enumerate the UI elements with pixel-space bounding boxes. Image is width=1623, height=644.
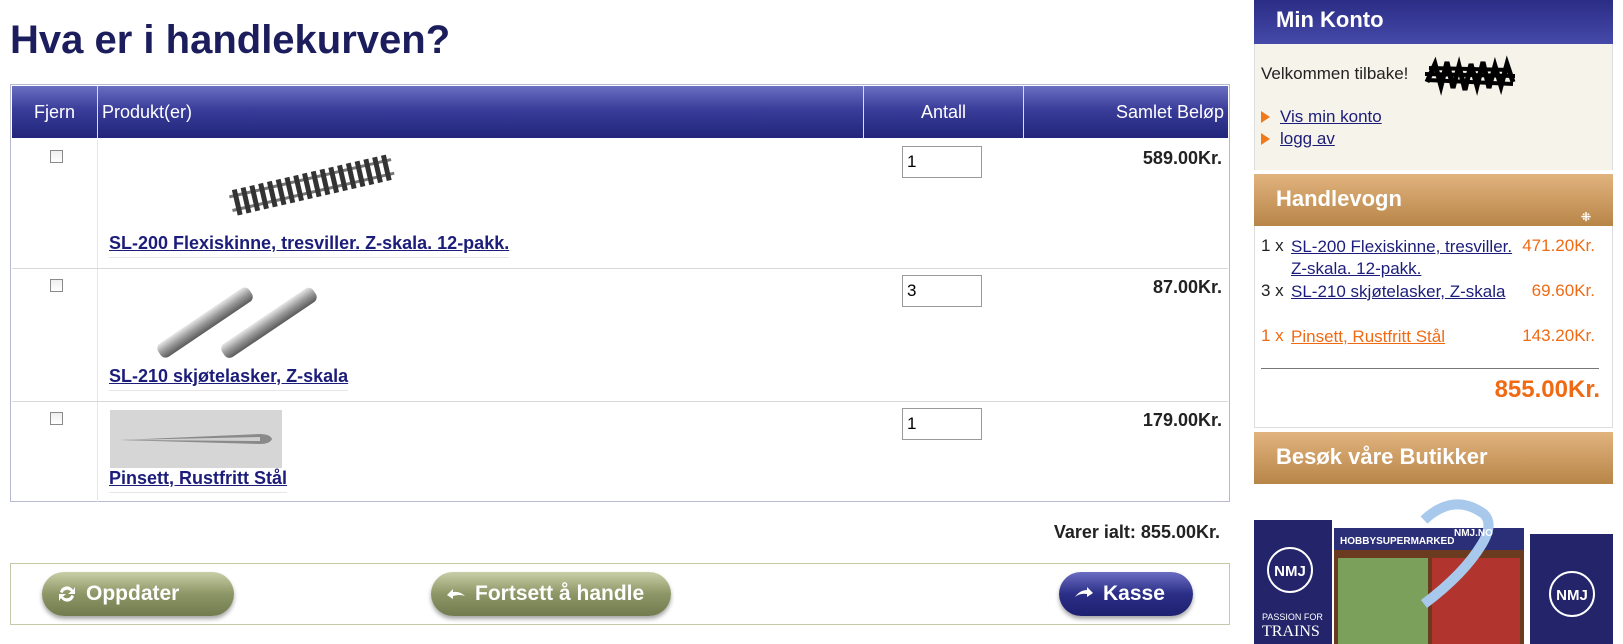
quantity-input[interactable] bbox=[902, 275, 982, 307]
line-total: 179.00Kr. bbox=[1142, 410, 1222, 430]
flextrack-image bbox=[228, 154, 395, 216]
quantity-input[interactable] bbox=[902, 146, 982, 178]
back-arrow-icon bbox=[445, 583, 467, 605]
mini-cart-product-link[interactable]: Pinsett, Rustfritt Stål bbox=[1291, 326, 1521, 348]
header-products: Produkt(er) bbox=[97, 86, 863, 138]
view-account-link[interactable]: Vis min konto bbox=[1261, 107, 1382, 127]
cart-table: Fjern Produkt(er) Antall Samlet Beløp SL… bbox=[10, 84, 1230, 502]
account-box: Velkommen tilbake! Vis min konto logg av bbox=[1254, 44, 1613, 170]
cart-page: Hva er i handlekurven? Fjern Produkt(er)… bbox=[10, 0, 1230, 644]
product-link[interactable]: Pinsett, Rustfritt Stål bbox=[109, 468, 288, 493]
bullet-arrow-icon bbox=[1261, 111, 1270, 123]
quantity-input[interactable] bbox=[902, 408, 982, 440]
mini-cart-total: 855.00Kr. bbox=[1494, 376, 1600, 403]
mini-cart-price: 143.20Kr. bbox=[1522, 326, 1595, 345]
tweezers-image bbox=[110, 410, 282, 468]
continue-label: Fortsett å handle bbox=[475, 582, 645, 605]
remove-checkbox[interactable] bbox=[50, 279, 63, 292]
refresh-icon bbox=[56, 583, 78, 605]
checkout-label: Kasse bbox=[1103, 582, 1165, 605]
checkout-button[interactable]: Kasse bbox=[1059, 572, 1193, 616]
table-row: SL-210 skjøtelasker, Z-skala 87.00Kr. bbox=[12, 269, 1228, 402]
expand-icon[interactable]: ⁜ bbox=[1581, 192, 1595, 224]
update-label: Oppdater bbox=[86, 582, 180, 605]
header-total-amount: Samlet Beløp bbox=[1023, 86, 1228, 138]
mini-cart-product-link[interactable]: SL-210 skjøtelasker, Z-skala bbox=[1291, 281, 1521, 303]
line-total: 589.00Kr. bbox=[1142, 148, 1222, 168]
promo-tagline2: TRAINS bbox=[1262, 623, 1320, 640]
product-link[interactable]: SL-210 skjøtelasker, Z-skala bbox=[109, 366, 349, 391]
header-remove: Fjern bbox=[33, 102, 75, 122]
action-bar: Oppdater Fortsett å handle Kasse bbox=[10, 563, 1230, 625]
view-account-label: Vis min konto bbox=[1280, 107, 1382, 126]
table-row: Pinsett, Rustfritt Stål 179.00Kr. bbox=[12, 402, 1228, 502]
table-row: SL-200 Flexiskinne, tresviller. Z-skala.… bbox=[12, 140, 1228, 269]
remove-checkbox[interactable] bbox=[50, 150, 63, 163]
mini-cart-product-link[interactable]: SL-200 Flexiskinne, tresviller. Z-skala.… bbox=[1291, 236, 1521, 280]
bullet-arrow-icon bbox=[1261, 133, 1270, 145]
shops-banner-image[interactable]: NMJ PASSION FOR TRAINS HOBBYSUPERMARKED … bbox=[1254, 484, 1613, 644]
mini-cart-price: 471.20Kr. bbox=[1522, 236, 1595, 255]
promo-tagline: PASSION FOR bbox=[1262, 612, 1323, 622]
rail-joiner-image bbox=[157, 287, 317, 358]
promo-brand-right: NMJ bbox=[1556, 587, 1588, 604]
divider bbox=[1261, 368, 1599, 369]
cart-box-title: Handlevogn ⁜ bbox=[1254, 174, 1613, 226]
table-header: Fjern Produkt(er) Antall Samlet Beløp bbox=[12, 86, 1228, 138]
mini-cart-qty: 3 x bbox=[1261, 281, 1284, 300]
promo-store: HOBBYSUPERMARKED bbox=[1340, 536, 1454, 547]
continue-shopping-button[interactable]: Fortsett å handle bbox=[431, 572, 671, 616]
product-link[interactable]: SL-200 Flexiskinne, tresviller. Z-skala.… bbox=[109, 233, 510, 258]
mini-cart-price: 69.60Kr. bbox=[1531, 281, 1595, 300]
page-title: Hva er i handlekurven? bbox=[10, 18, 451, 62]
line-total: 87.00Kr. bbox=[1152, 277, 1222, 297]
logout-label: logg av bbox=[1280, 129, 1335, 148]
forward-arrow-icon bbox=[1073, 583, 1095, 605]
sidebar: Min Konto Velkommen tilbake! Vis min kon… bbox=[1254, 0, 1613, 644]
promo-site: NMJ.NO bbox=[1454, 528, 1493, 539]
mini-cart-qty: 1 x bbox=[1261, 236, 1284, 255]
cart-total: Varer ialt: 855.00Kr. bbox=[1053, 522, 1220, 542]
welcome-text: Velkommen tilbake! bbox=[1261, 64, 1409, 83]
remove-checkbox[interactable] bbox=[50, 412, 63, 425]
logout-link[interactable]: logg av bbox=[1261, 129, 1335, 149]
promo-brand-left: NMJ bbox=[1274, 563, 1306, 580]
redacted-username-scribble bbox=[1424, 55, 1516, 96]
update-button[interactable]: Oppdater bbox=[42, 572, 234, 616]
account-box-title: Min Konto bbox=[1254, 0, 1613, 44]
shops-box-title: Besøk våre Butikker bbox=[1254, 432, 1613, 484]
header-quantity: Antall bbox=[863, 86, 1023, 138]
cart-box-label: Handlevogn bbox=[1276, 186, 1402, 211]
mini-cart-qty: 1 x bbox=[1261, 326, 1284, 345]
mini-cart: 1 x SL-200 Flexiskinne, tresviller. Z-sk… bbox=[1254, 226, 1613, 428]
